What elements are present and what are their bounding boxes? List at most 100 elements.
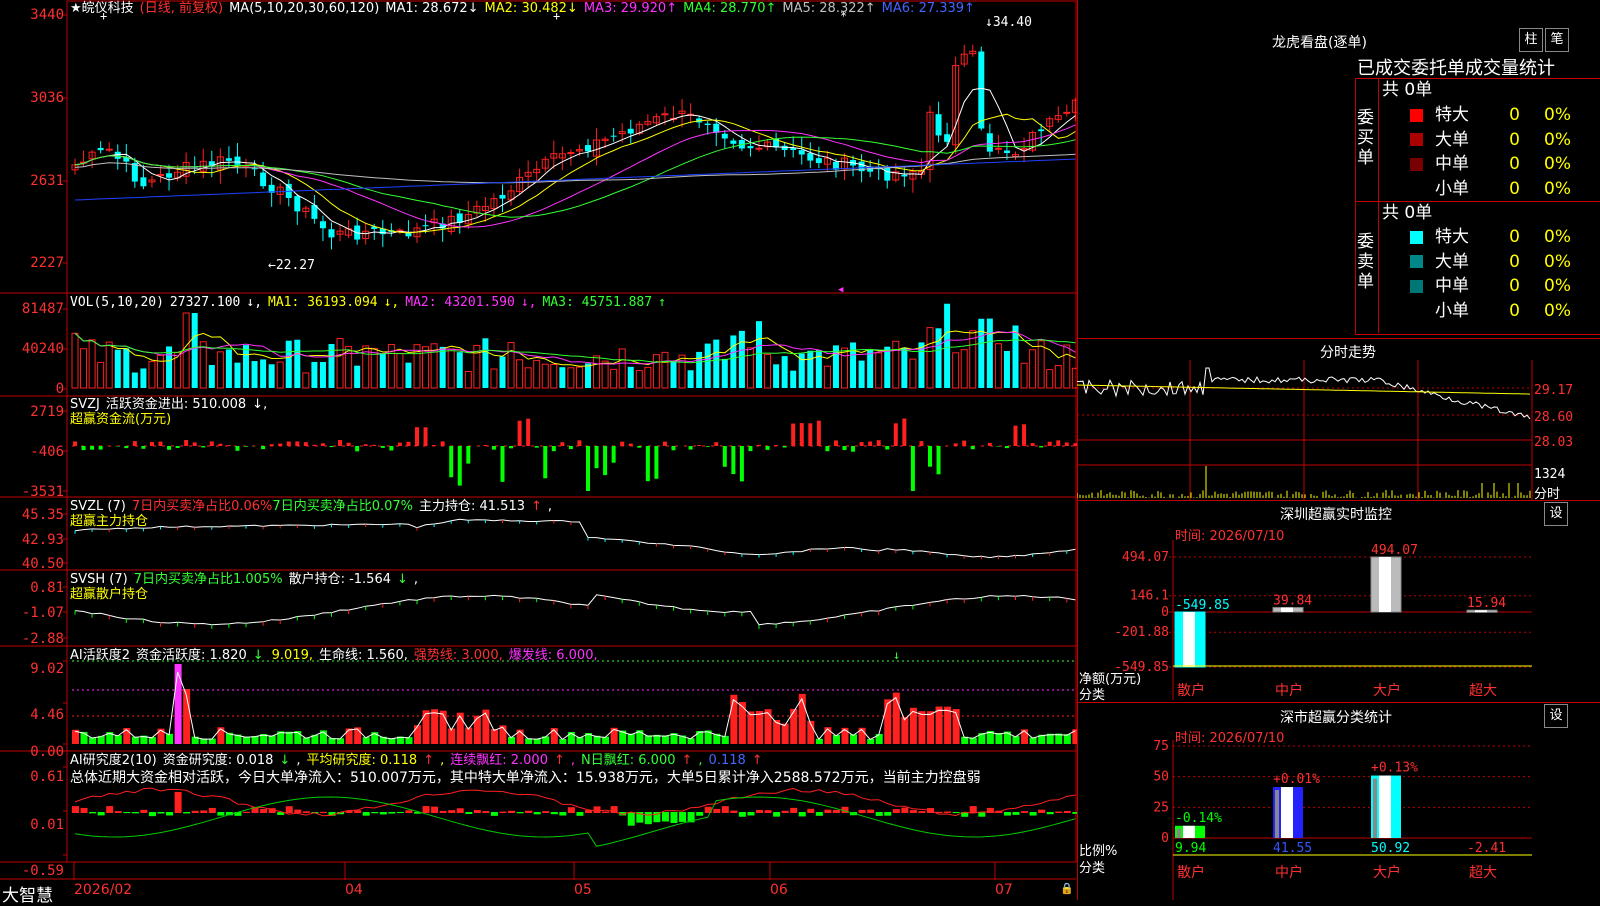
candle	[807, 153, 813, 161]
volume-bar	[585, 363, 591, 388]
research-bar	[525, 811, 532, 813]
research-bar	[491, 812, 498, 816]
activity-bar	[414, 725, 421, 744]
svzj-bar	[825, 446, 829, 451]
svzj-bar	[295, 441, 299, 446]
volume-bar	[739, 331, 745, 388]
volume-bar	[773, 364, 779, 388]
svzj-bar	[731, 446, 735, 474]
column-view-button[interactable]: 柱	[1519, 28, 1543, 52]
ma-value-4: MA4: 28.770↑	[683, 1, 776, 16]
volume-bar	[286, 341, 292, 388]
research-bar	[551, 812, 558, 814]
svzj-bar	[954, 443, 958, 446]
research-bar	[534, 812, 541, 814]
research-bar	[1013, 812, 1020, 815]
candle	[260, 173, 266, 187]
research-bar	[901, 808, 908, 813]
research-bar	[722, 806, 729, 813]
volume-bar	[927, 328, 933, 388]
svzj-bar	[1014, 426, 1018, 446]
volume-bar	[1013, 325, 1019, 388]
research-bar	[713, 809, 720, 813]
activity-bar	[747, 711, 754, 744]
candle	[628, 129, 634, 134]
svzj-bar	[774, 445, 778, 446]
activity-bar	[739, 702, 746, 744]
research-bar	[859, 810, 866, 813]
research-bar	[679, 812, 686, 822]
order-count: 0	[1490, 225, 1520, 249]
intraday-y-label: 28.60	[1534, 410, 1573, 425]
volume-bar	[790, 371, 796, 388]
research-bar	[132, 812, 139, 813]
volume-bar	[405, 363, 411, 388]
price-y-label: 3440	[0, 8, 64, 22]
classify-category-label: 大户	[1373, 864, 1401, 881]
volume-bar	[671, 362, 677, 388]
volume-bar	[594, 356, 600, 388]
activity-bar	[166, 734, 173, 744]
svzl-y-label: 45.35	[0, 508, 64, 522]
svzl-y-label: 42.93	[0, 533, 64, 547]
activity-bar	[363, 737, 370, 744]
intraday-chart[interactable]	[1077, 360, 1600, 500]
svzj-bar	[372, 445, 376, 446]
stroke-view-button[interactable]: 笔	[1545, 28, 1569, 52]
activity-bar	[901, 717, 908, 744]
classify-bar	[1371, 776, 1401, 838]
volume-bar	[1030, 350, 1036, 388]
svzj-bar	[449, 446, 453, 477]
candle	[106, 149, 112, 150]
research-bar	[1021, 811, 1028, 813]
order-pct: 0%	[1544, 152, 1571, 176]
ma-value-3: MA3: 29.920↑	[584, 1, 677, 16]
candle	[978, 51, 984, 128]
ai1-t3: 生命线: 1.560,	[319, 648, 408, 663]
research-bar	[1038, 810, 1045, 813]
svzj-bar	[577, 440, 581, 446]
volume-bar	[662, 352, 668, 388]
monitor-settings-button[interactable]: 设	[1544, 502, 1568, 526]
order-count: 0	[1490, 128, 1520, 152]
dragon-tabs[interactable]: 已成交委托单成交量统计	[1357, 54, 1555, 80]
svzj-bar	[1039, 446, 1043, 447]
order-row: 大单	[1410, 128, 1469, 152]
svzj-y-label: -3531	[0, 485, 64, 499]
volume-bar	[303, 373, 309, 388]
volume-bar	[448, 349, 454, 388]
lock-icon[interactable]: 🔒	[1060, 882, 1074, 895]
svsh-t2: 散户持仓: -1.564↓,	[289, 572, 418, 587]
volume-bar	[559, 367, 565, 388]
research-bar	[602, 812, 609, 813]
volume-bar	[89, 340, 95, 388]
brand-label[interactable]: 大智慧	[2, 881, 53, 906]
svzj-bar	[330, 446, 334, 447]
period-label[interactable]: (日线, 前复权)	[140, 1, 223, 16]
volume-bar	[747, 348, 753, 388]
volume-bar	[987, 319, 993, 388]
ai2-y-label: 0.01	[0, 818, 64, 832]
research-bar	[500, 812, 507, 813]
candle	[252, 168, 258, 169]
volume-bar	[269, 364, 275, 388]
volume-bar	[457, 352, 463, 388]
volume-bar	[859, 361, 865, 388]
stock-name[interactable]: 皖仪科技	[82, 1, 134, 16]
volume-bar	[397, 353, 403, 388]
svzl-t1: 7日内买卖净占比0.06%	[132, 499, 273, 514]
svzj-bar	[501, 446, 505, 482]
classify-settings-button[interactable]: 设	[1544, 704, 1568, 728]
research-bar	[1030, 812, 1037, 816]
volume-bar	[192, 313, 198, 388]
vol-title: VOL(5,10,20)	[70, 295, 164, 310]
research-bar	[559, 812, 566, 816]
volume-bar	[311, 362, 317, 388]
svzj-bar	[543, 446, 547, 478]
svzj-bar	[689, 446, 693, 450]
research-bar	[431, 807, 438, 813]
svzj-bar	[338, 440, 342, 446]
order-type: 小单	[1435, 179, 1469, 199]
research-bar	[243, 812, 250, 813]
color-swatch-icon	[1410, 255, 1423, 268]
